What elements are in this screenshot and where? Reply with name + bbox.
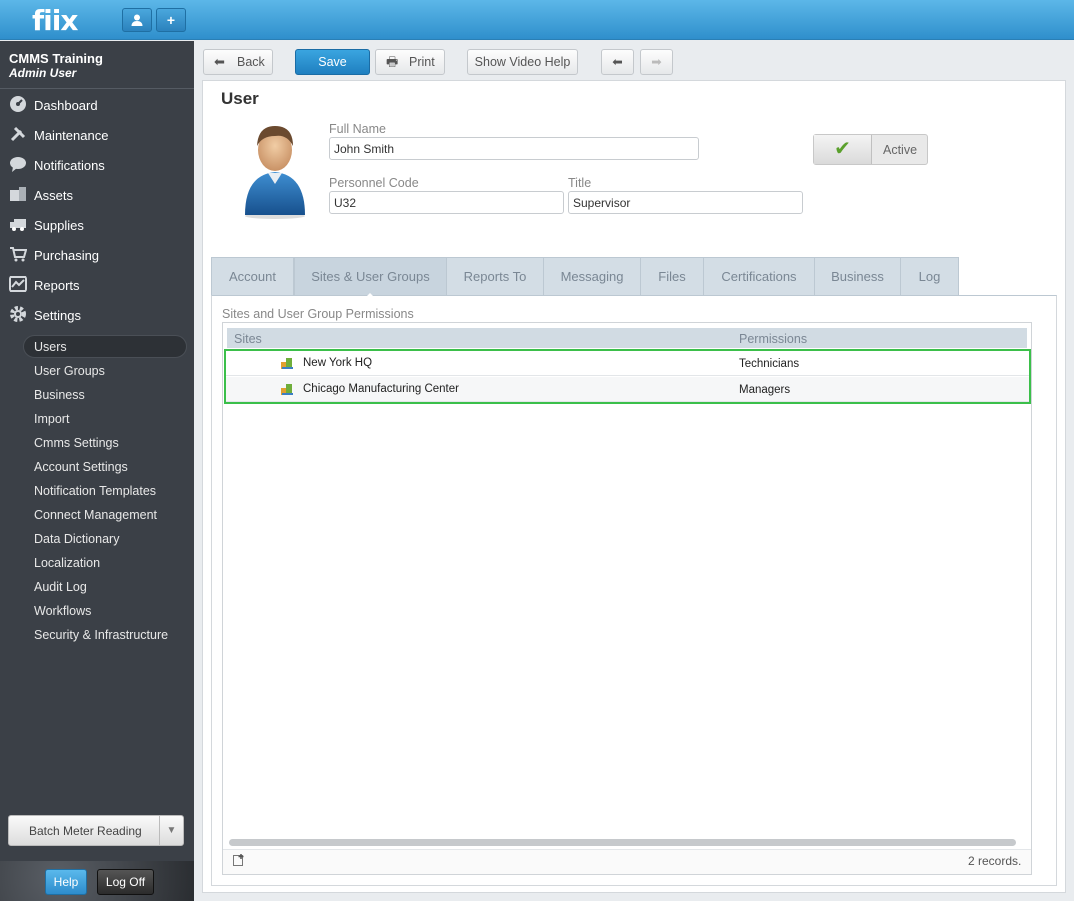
submenu-import[interactable]: Import (34, 412, 69, 426)
column-header-sites[interactable]: Sites (234, 332, 262, 346)
printer-icon: 🖶 (386, 54, 399, 69)
tab-business[interactable]: Business (814, 257, 901, 295)
nav-maintenance[interactable]: Maintenance (0, 122, 194, 148)
tab-files[interactable]: Files (640, 257, 704, 295)
fiix-logo: fiix (32, 4, 78, 37)
section-title: Sites and User Group Permissions (222, 307, 414, 321)
nav-dashboard[interactable]: Dashboard (0, 92, 194, 118)
grid-header (227, 328, 1027, 348)
nav-label: Reports (34, 278, 80, 293)
grid-footer (223, 849, 1031, 874)
submenu-connect-management[interactable]: Connect Management (34, 508, 157, 522)
permissions-grid (222, 322, 1032, 875)
nav-label: Purchasing (34, 248, 100, 263)
tab-reports-to[interactable]: Reports To (446, 257, 544, 295)
nav-label: Notifications (34, 158, 105, 173)
nav-settings[interactable]: Settings (0, 302, 194, 328)
tab-certifications[interactable]: Certifications (703, 257, 815, 295)
selection-highlight (224, 349, 1031, 404)
tab-messaging[interactable]: Messaging (543, 257, 641, 295)
submenu-localization[interactable]: Localization (34, 556, 100, 570)
log-off-button[interactable]: Log Off (97, 869, 154, 895)
chat-bubble-icon (10, 157, 26, 172)
submenu-audit-log[interactable]: Audit Log (34, 580, 87, 594)
print-label: Print (409, 55, 435, 69)
arrow-left-icon: ⬅ (612, 55, 623, 69)
submenu-business[interactable]: Business (34, 388, 85, 402)
nav-notifications[interactable]: Notifications (0, 152, 194, 178)
full-name-label: Full Name (329, 122, 386, 136)
chevron-down-icon[interactable]: ▼ (159, 816, 183, 845)
help-button[interactable]: Help (45, 869, 87, 895)
back-label: Back (237, 55, 265, 69)
user-icon (131, 14, 143, 26)
boxes-icon (10, 187, 26, 201)
active-label: Active (883, 143, 918, 157)
company-name: CMMS Training (9, 51, 103, 66)
truck-icon (10, 219, 26, 231)
batch-label: Batch Meter Reading (29, 824, 142, 838)
nav-purchasing[interactable]: Purchasing (0, 242, 194, 268)
active-tab-pointer (364, 293, 376, 299)
active-toggle[interactable]: ✔ Active (813, 134, 928, 165)
previous-record-button[interactable]: ⬅ (601, 49, 634, 75)
nav-reports[interactable]: Reports (0, 272, 194, 298)
gear-icon (10, 306, 26, 322)
checkmark-icon: ✔ (814, 135, 872, 164)
submenu-users[interactable]: Users (34, 340, 67, 354)
user-role: Admin User (9, 66, 77, 80)
nav-assets[interactable]: Assets (0, 182, 194, 208)
tab-log[interactable]: Log (900, 257, 959, 295)
title-label: Title (568, 176, 592, 190)
nav-label: Assets (34, 188, 74, 203)
submenu-workflows[interactable]: Workflows (34, 604, 91, 618)
print-button[interactable]: 🖶 Print (375, 49, 445, 75)
page-title: User (221, 89, 259, 108)
submenu-security-infrastructure[interactable]: Security & Infrastructure (34, 628, 168, 642)
add-button[interactable]: + (156, 8, 186, 32)
tab-account[interactable]: Account (211, 257, 294, 295)
user-profile-button[interactable] (122, 8, 152, 32)
nav-supplies[interactable]: Supplies (0, 212, 194, 238)
chart-icon (9, 276, 27, 292)
cart-icon (10, 247, 27, 262)
user-avatar (245, 126, 305, 219)
dashboard-icon (10, 96, 26, 112)
arrow-left-icon: ⬅ (214, 54, 225, 69)
submenu-user-groups[interactable]: User Groups (34, 364, 105, 378)
submenu-account-settings[interactable]: Account Settings (34, 460, 128, 474)
record-count: 2 records. (968, 854, 1022, 868)
nav-label: Dashboard (34, 98, 98, 113)
column-header-permissions[interactable]: Permissions (739, 332, 807, 346)
tools-icon (10, 126, 26, 142)
save-button[interactable]: Save (295, 49, 370, 75)
batch-meter-reading-button[interactable]: Batch Meter Reading ▼ (8, 815, 184, 846)
submenu-data-dictionary[interactable]: Data Dictionary (34, 532, 119, 546)
add-record-icon[interactable] (232, 853, 246, 867)
arrow-right-icon: ➡ (651, 55, 662, 69)
sidebar: CMMS Training Admin User Dashboard Maint… (0, 41, 194, 901)
submenu-cmms-settings[interactable]: Cmms Settings (34, 436, 119, 450)
divider (0, 88, 194, 89)
top-bar: fiix + (0, 0, 1074, 40)
nav-label: Settings (34, 308, 81, 323)
nav-label: Maintenance (34, 128, 109, 143)
tab-sites-user-groups[interactable]: Sites & User Groups (294, 257, 447, 295)
show-video-help-button[interactable]: Show Video Help (467, 49, 578, 75)
personnel-code-input[interactable]: U32 (329, 191, 564, 214)
horizontal-scrollbar[interactable] (229, 839, 1016, 846)
title-input[interactable]: Supervisor (568, 191, 803, 214)
back-button[interactable]: ⬅ Back (203, 49, 273, 75)
personnel-code-label: Personnel Code (329, 176, 419, 190)
submenu-notification-templates[interactable]: Notification Templates (34, 484, 156, 498)
nav-label: Supplies (34, 218, 84, 233)
full-name-input[interactable]: John Smith (329, 137, 699, 160)
next-record-button[interactable]: ➡ (640, 49, 673, 75)
